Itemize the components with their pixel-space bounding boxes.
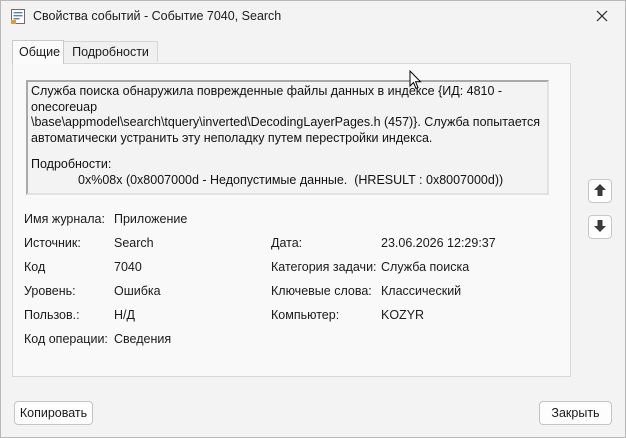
task-category-label: Категория задачи:	[271, 260, 377, 274]
details-label: Подробности:	[31, 157, 112, 171]
close-window-button[interactable]	[579, 1, 625, 33]
user-label: Пользов.:	[24, 308, 80, 322]
keywords-label: Ключевые слова:	[271, 284, 372, 298]
source-label: Источник:	[24, 236, 81, 250]
event-description[interactable]: Служба поиска обнаружила поврежденные фа…	[26, 80, 549, 195]
mouse-cursor-icon	[409, 70, 422, 90]
computer-value: KOZYR	[381, 308, 425, 322]
arrow-up-icon	[593, 183, 607, 200]
details-value: 0x%08x (0x8007000d - Недопустимые данные…	[78, 172, 504, 187]
description-line: Служба поиска обнаружила поврежденные фа…	[31, 84, 506, 114]
window-title: Свойства событий - Событие 7040, Search	[33, 9, 282, 23]
level-value: Ошибка	[114, 284, 161, 298]
description-line: \base\appmodel\search\tquery\inverted\De…	[31, 115, 540, 129]
general-panel: Служба поиска обнаружила поврежденные фа…	[12, 63, 571, 377]
keywords-value: Классический	[381, 284, 462, 298]
log-name-label: Имя журнала:	[24, 212, 105, 226]
close-button[interactable]: Закрыть	[539, 401, 612, 425]
date-label: Дата:	[271, 236, 303, 250]
code-label: Код	[24, 260, 46, 274]
computer-label: Компьютер:	[271, 308, 340, 322]
event-properties-icon	[11, 9, 25, 24]
opcode-label: Код операции:	[24, 332, 108, 346]
arrow-down-icon	[593, 219, 607, 236]
event-properties-window: Свойства событий - Событие 7040, Search …	[0, 0, 626, 438]
description-line: автоматически устранить эту неполадку пу…	[31, 130, 433, 145]
next-event-button[interactable]	[588, 215, 612, 239]
level-label: Уровень:	[24, 284, 76, 298]
opcode-value: Сведения	[114, 332, 172, 346]
close-icon	[596, 10, 608, 25]
date-value: 23.06.2026 12:29:37	[381, 236, 496, 250]
tab-details[interactable]: Подробности	[64, 41, 158, 62]
code-value: 7040	[114, 260, 142, 274]
log-name-value: Приложение	[114, 212, 188, 226]
previous-event-button[interactable]	[588, 179, 612, 203]
task-category-value: Служба поиска	[381, 260, 470, 274]
source-value: Search	[114, 236, 154, 250]
user-value: Н/Д	[114, 308, 135, 322]
copy-button[interactable]: Копировать	[14, 401, 93, 425]
tab-general[interactable]: Общие	[12, 40, 64, 64]
title-bar: Свойства событий - Событие 7040, Search	[1, 1, 625, 33]
